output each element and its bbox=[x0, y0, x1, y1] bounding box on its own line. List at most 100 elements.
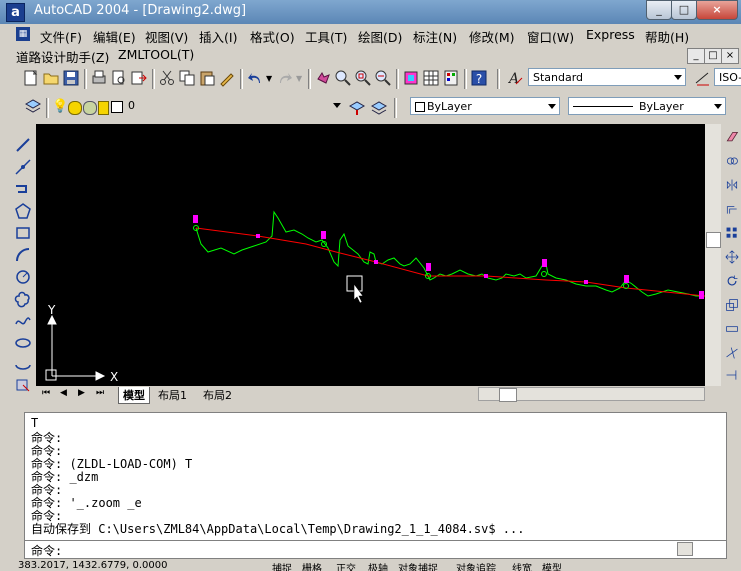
circle-icon[interactable] bbox=[14, 268, 32, 286]
mirror-icon[interactable] bbox=[725, 178, 739, 192]
vertex-marker[interactable] bbox=[584, 280, 588, 284]
tab-layout1[interactable]: 布局1 bbox=[158, 387, 187, 403]
tool-palettes-icon[interactable] bbox=[442, 69, 460, 87]
toggle-model[interactable]: 模型 bbox=[542, 560, 562, 571]
linetype-select[interactable]: ByLayer bbox=[568, 97, 726, 115]
rotate-icon[interactable] bbox=[725, 274, 739, 288]
toggle-osnap[interactable]: 对象捕捉 bbox=[398, 560, 438, 571]
make-object-layer-current-icon[interactable] bbox=[348, 98, 366, 116]
help-icon[interactable]: ? bbox=[470, 69, 488, 87]
line-icon[interactable] bbox=[14, 136, 32, 154]
vertical-scroll-thumb[interactable] bbox=[706, 232, 721, 248]
vertex-marker[interactable] bbox=[193, 215, 198, 223]
document-icon[interactable]: ▦ bbox=[16, 27, 30, 41]
vertex-marker[interactable] bbox=[321, 231, 326, 239]
doc-close-button[interactable]: × bbox=[721, 48, 739, 64]
arc-icon[interactable] bbox=[14, 246, 32, 264]
menu-express[interactable]: Express bbox=[586, 27, 635, 42]
toggle-snap[interactable]: 捕捉 bbox=[272, 560, 292, 571]
autocad-app-icon[interactable]: a bbox=[6, 3, 25, 22]
save-icon[interactable] bbox=[62, 69, 80, 87]
toggle-polar[interactable]: 极轴 bbox=[368, 560, 388, 571]
paste-icon[interactable] bbox=[198, 69, 216, 87]
vertex-marker[interactable] bbox=[542, 259, 547, 267]
print-preview-icon[interactable] bbox=[110, 69, 128, 87]
zoom-window-icon[interactable] bbox=[354, 69, 372, 87]
cut-icon[interactable] bbox=[158, 69, 176, 87]
vertex-marker[interactable] bbox=[426, 263, 431, 271]
layer-manager-icon[interactable] bbox=[24, 98, 42, 116]
ground-profile-line[interactable] bbox=[195, 210, 705, 297]
stretch-icon[interactable] bbox=[725, 322, 739, 336]
offset-icon[interactable] bbox=[725, 202, 739, 216]
dim-style-icon[interactable] bbox=[694, 69, 712, 87]
redo-dropdown-icon[interactable]: ▼ bbox=[296, 74, 302, 83]
erase-icon[interactable] bbox=[725, 130, 739, 144]
zoom-previous-icon[interactable] bbox=[374, 69, 392, 87]
command-input[interactable]: 命令: bbox=[24, 540, 727, 559]
extend-icon[interactable] bbox=[725, 368, 739, 382]
match-properties-icon[interactable] bbox=[218, 69, 236, 87]
toggle-ortho[interactable]: 正交 bbox=[336, 560, 356, 571]
minimize-button[interactable]: _ bbox=[646, 0, 672, 20]
maximize-button[interactable]: □ bbox=[671, 0, 697, 20]
horizontal-scroll-thumb[interactable] bbox=[499, 388, 517, 402]
close-button[interactable]: × bbox=[696, 0, 738, 20]
drawing-svg[interactable]: Y X bbox=[36, 124, 705, 386]
vertex-marker[interactable] bbox=[374, 260, 378, 264]
undo-icon[interactable] bbox=[246, 69, 264, 87]
undo-dropdown-icon[interactable]: ▼ bbox=[266, 74, 272, 83]
horizontal-scrollbar[interactable] bbox=[478, 387, 705, 402]
ellipse-icon[interactable] bbox=[14, 334, 32, 352]
text-style-icon[interactable]: A bbox=[506, 69, 524, 87]
spline-icon[interactable] bbox=[14, 312, 32, 330]
rectangle-icon[interactable] bbox=[14, 224, 32, 242]
open-file-icon[interactable] bbox=[42, 69, 60, 87]
text-style-select[interactable]: Standard bbox=[528, 68, 686, 86]
drawing-canvas[interactable]: Y X bbox=[36, 124, 705, 386]
first-tab-arrow-icon[interactable]: ⏮ bbox=[42, 388, 50, 398]
ellipse-arc-icon[interactable] bbox=[14, 356, 32, 374]
publish-icon[interactable] bbox=[130, 69, 148, 87]
vertex-marker[interactable] bbox=[624, 275, 629, 283]
scale-icon[interactable] bbox=[725, 298, 739, 312]
layer-select[interactable]: 0 bbox=[124, 97, 344, 115]
next-tab-arrow-icon[interactable]: ▶ bbox=[78, 388, 85, 398]
last-tab-arrow-icon[interactable]: ⏭ bbox=[96, 388, 104, 398]
array-icon[interactable] bbox=[725, 226, 739, 240]
redo-icon[interactable] bbox=[276, 69, 294, 87]
menu-road-design-assistant[interactable]: 道路设计助手(Z) bbox=[16, 47, 109, 66]
insert-block-icon[interactable] bbox=[14, 376, 32, 394]
menu-zmltool[interactable]: ZMLTOOL(T) bbox=[118, 47, 194, 62]
toggle-grid[interactable]: 栅格 bbox=[302, 560, 322, 571]
layer-previous-icon[interactable] bbox=[370, 98, 388, 116]
new-file-icon[interactable] bbox=[22, 69, 40, 87]
copy-icon[interactable] bbox=[178, 69, 196, 87]
move-icon[interactable] bbox=[725, 250, 739, 264]
construction-line-icon[interactable] bbox=[14, 158, 32, 176]
command-history-window[interactable]: T 命令: 命令: 命令: (ZLDL-LOAD-COM) T 命令: _dzm… bbox=[24, 412, 727, 542]
pan-icon[interactable] bbox=[314, 69, 332, 87]
tab-model[interactable]: 模型 bbox=[118, 387, 150, 404]
print-icon[interactable] bbox=[90, 69, 108, 87]
dim-style-select[interactable]: ISO- bbox=[714, 68, 741, 86]
zoom-realtime-icon[interactable] bbox=[334, 69, 352, 87]
doc-minimize-button[interactable]: _ bbox=[687, 48, 705, 64]
revision-cloud-icon[interactable] bbox=[14, 290, 32, 308]
vertex-marker[interactable] bbox=[484, 274, 488, 278]
toggle-otrack[interactable]: 对象追踪 bbox=[456, 560, 496, 571]
vertex-marker[interactable] bbox=[699, 291, 704, 299]
properties-icon[interactable] bbox=[402, 69, 420, 87]
vertical-scrollbar[interactable] bbox=[705, 124, 721, 386]
copy-object-icon[interactable] bbox=[725, 154, 739, 168]
toggle-lineweight[interactable]: 线宽 bbox=[512, 560, 532, 571]
vertex-marker[interactable] bbox=[256, 234, 260, 238]
trim-icon[interactable] bbox=[725, 346, 739, 360]
color-select[interactable]: ByLayer bbox=[410, 97, 560, 115]
polyline-icon[interactable] bbox=[14, 180, 32, 198]
command-scroll-thumb[interactable] bbox=[677, 542, 693, 556]
polygon-icon[interactable] bbox=[14, 202, 32, 220]
grip-circle[interactable] bbox=[541, 271, 547, 277]
design-center-icon[interactable] bbox=[422, 69, 440, 87]
tab-layout2[interactable]: 布局2 bbox=[203, 387, 232, 403]
